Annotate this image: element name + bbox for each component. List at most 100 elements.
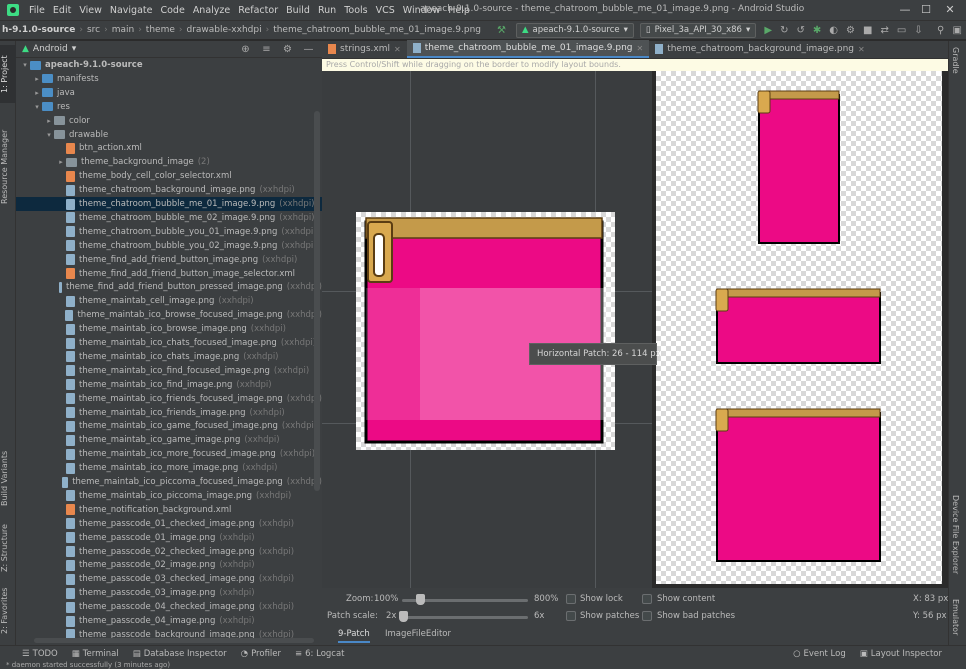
tree-item[interactable]: theme_maintab_cell_image.png (xxhdpi)	[16, 294, 322, 308]
show-lock-checkbox[interactable]	[566, 594, 576, 604]
tab-project[interactable]: 1: Project	[0, 45, 16, 103]
breadcrumb-main[interactable]: main	[110, 25, 137, 35]
chevron-right-icon[interactable]: ▸	[32, 89, 42, 97]
profiler-tool-button[interactable]: ◔ Profiler	[241, 649, 281, 659]
menu-file[interactable]: File	[25, 5, 49, 16]
tab-chatroom-background[interactable]: theme_chatroom_background_image.png ✕	[649, 40, 871, 58]
locate-icon[interactable]: ⊕	[240, 44, 251, 55]
tree-item[interactable]: theme_maintab_ico_friends_image.png (xxhd…	[16, 406, 322, 420]
chevron-down-icon[interactable]: ▾	[20, 61, 30, 69]
tree-item[interactable]: theme_maintab_ico_browse_focused_image.p…	[16, 308, 322, 322]
tree-item[interactable]: theme_passcode_02_image.png (xxhdpi)	[16, 558, 322, 572]
tree-item[interactable]: theme_find_add_friend_button_pressed_ima…	[16, 280, 322, 294]
tree-item[interactable]: theme_maintab_ico_chats_image.png (xxhdpi…	[16, 350, 322, 364]
hide-panel-icon[interactable]: —	[303, 44, 314, 55]
close-icon[interactable]: ✕	[394, 45, 401, 54]
maximize-button[interactable]: ☐	[916, 2, 936, 18]
event-log-tool-button[interactable]: ○ Event Log	[793, 649, 846, 659]
tree-horizontal-scrollbar[interactable]	[34, 638, 314, 643]
tree-item[interactable]: theme_chatroom_bubble_me_02_image.9.png(…	[16, 211, 322, 225]
chevron-down-icon[interactable]: ▾	[44, 131, 54, 139]
todo-tool-button[interactable]: ☰ TODO	[22, 649, 58, 659]
run-config-select[interactable]: ▲ apeach-9.1.0-source ▾	[515, 22, 634, 38]
breadcrumb-drawable-xxhdpi[interactable]: drawable-xxhdpi	[184, 25, 263, 35]
tree-item[interactable]: theme_passcode_02_checked_image.png (xxhd…	[16, 545, 322, 559]
tab-resource-manager[interactable]: Resource Manager	[0, 111, 16, 223]
stop-icon[interactable]: ■	[863, 25, 872, 36]
tree-scrollbar[interactable]	[314, 111, 320, 491]
tree-item[interactable]: theme_find_add_friend_button_image_selec…	[16, 267, 322, 281]
profile-icon[interactable]: ◐	[829, 25, 838, 36]
tree-item[interactable]: theme_body_cell_color_selector.xml	[16, 169, 322, 183]
tree-item[interactable]: theme_passcode_04_checked_image.png (xxhd…	[16, 600, 322, 614]
chevron-down-icon[interactable]: ▾	[72, 44, 77, 54]
chevron-right-icon[interactable]: ▸	[56, 158, 66, 166]
ninepatch-editor-canvas[interactable]	[322, 71, 652, 588]
menu-navigate[interactable]: Navigate	[106, 5, 157, 16]
project-view-select[interactable]: Android	[33, 44, 68, 54]
tree-item[interactable]: theme_chatroom_bubble_you_01_image.9.png…	[16, 225, 322, 239]
tab-build-variants[interactable]: Build Variants	[0, 439, 16, 517]
tree-item[interactable]: theme_passcode_01_image.png (xxhdpi)	[16, 531, 322, 545]
terminal-tool-button[interactable]: ▦ Terminal	[72, 649, 119, 659]
settings-icon[interactable]: ▣	[953, 25, 962, 36]
database-inspector-tool-button[interactable]: ▤ Database Inspector	[133, 649, 227, 659]
tree-item[interactable]: theme_notification_background.xml	[16, 503, 322, 517]
tree-item[interactable]: theme_passcode_01_checked_image.png (xxhd…	[16, 517, 322, 531]
menu-vcs[interactable]: VCS	[372, 5, 399, 16]
show-bad-patches-checkbox[interactable]	[642, 611, 652, 621]
tree-item[interactable]: theme_passcode_03_image.png (xxhdpi)	[16, 586, 322, 600]
show-content-checkbox[interactable]	[642, 594, 652, 604]
tree-item[interactable]: theme_maintab_ico_find_focused_image.png…	[16, 364, 322, 378]
tree-item[interactable]: ▸ manifests	[16, 72, 322, 86]
tab-device-file-explorer[interactable]: Device File Explorer	[951, 495, 960, 574]
tree-item[interactable]: theme_chatroom_bubble_me_01_image.9.png(…	[16, 197, 322, 211]
chevron-right-icon[interactable]: ▸	[32, 75, 42, 83]
debug-icon[interactable]: ✱	[813, 25, 821, 36]
menu-edit[interactable]: Edit	[49, 5, 75, 16]
breadcrumb-theme[interactable]: theme	[144, 25, 177, 35]
tree-item[interactable]: theme_maintab_ico_more_focused_image.png…	[16, 447, 322, 461]
tree-item[interactable]: theme_maintab_ico_browse_image.png (xxhdp…	[16, 322, 322, 336]
close-icon[interactable]: ✕	[858, 45, 865, 54]
tree-item[interactable]: theme_chatroom_background_image.png (xxhd…	[16, 183, 322, 197]
attach-debugger-icon[interactable]: ⚙	[846, 25, 855, 36]
run-icon[interactable]: ▶	[764, 25, 772, 36]
minimize-button[interactable]: —	[895, 2, 915, 18]
tab-9-patch[interactable]: 9-Patch	[338, 629, 370, 643]
tree-item[interactable]: ▾ apeach-9.1.0-source	[16, 58, 322, 72]
avd-manager-icon[interactable]: ▭	[897, 25, 906, 36]
gear-icon[interactable]: ⚙	[282, 44, 293, 55]
tab-image-file-editor[interactable]: ImageFileEditor	[385, 629, 451, 639]
tab-strings-xml[interactable]: strings.xml ✕	[322, 40, 407, 58]
search-icon[interactable]: ⚲	[937, 25, 945, 36]
breadcrumb-src[interactable]: src	[85, 25, 102, 35]
tree-item[interactable]: theme_maintab_ico_game_focused_image.png…	[16, 419, 322, 433]
tab-gradle[interactable]: Gradle	[951, 47, 960, 74]
show-patches-checkbox[interactable]	[566, 611, 576, 621]
apply-changes-icon[interactable]: ↻	[780, 25, 788, 36]
layout-inspector-tool-button[interactable]: ▣ Layout Inspector	[860, 649, 942, 659]
tree-item[interactable]: theme_maintab_ico_find_image.png (xxhdpi)	[16, 378, 322, 392]
tree-item[interactable]: theme_passcode_04_image.png (xxhdpi)	[16, 614, 322, 628]
patch-scale-slider[interactable]	[402, 616, 528, 619]
close-window-button[interactable]: ✕	[940, 2, 960, 18]
tab-favorites[interactable]: 2: Favorites	[0, 581, 16, 641]
collapse-all-icon[interactable]: ≡	[261, 44, 272, 55]
menu-analyze[interactable]: Analyze	[189, 5, 234, 16]
chevron-down-icon[interactable]: ▾	[32, 103, 42, 111]
hammer-icon[interactable]: ⚒	[497, 25, 506, 36]
patch-scale-slider-thumb[interactable]	[399, 611, 408, 622]
close-icon[interactable]: ✕	[637, 44, 644, 53]
tree-item[interactable]: ▸ java	[16, 86, 322, 100]
apply-code-changes-icon[interactable]: ↺	[797, 25, 805, 36]
sdk-manager-icon[interactable]: ⇩	[914, 25, 922, 36]
tree-item[interactable]: theme_maintab_ico_more_image.png (xxhdpi)	[16, 461, 322, 475]
ninepatch-image-preview[interactable]	[356, 212, 615, 450]
sync-icon[interactable]: ⇄	[880, 25, 888, 36]
tree-item[interactable]: ▾ res	[16, 100, 322, 114]
logcat-tool-button[interactable]: ≡ 6: Logcat	[295, 649, 345, 659]
breadcrumb-project[interactable]: h-9.1.0-source	[0, 25, 77, 35]
menu-run[interactable]: Run	[314, 5, 340, 16]
tree-item[interactable]: theme_find_add_friend_button_image.png (x…	[16, 253, 322, 267]
